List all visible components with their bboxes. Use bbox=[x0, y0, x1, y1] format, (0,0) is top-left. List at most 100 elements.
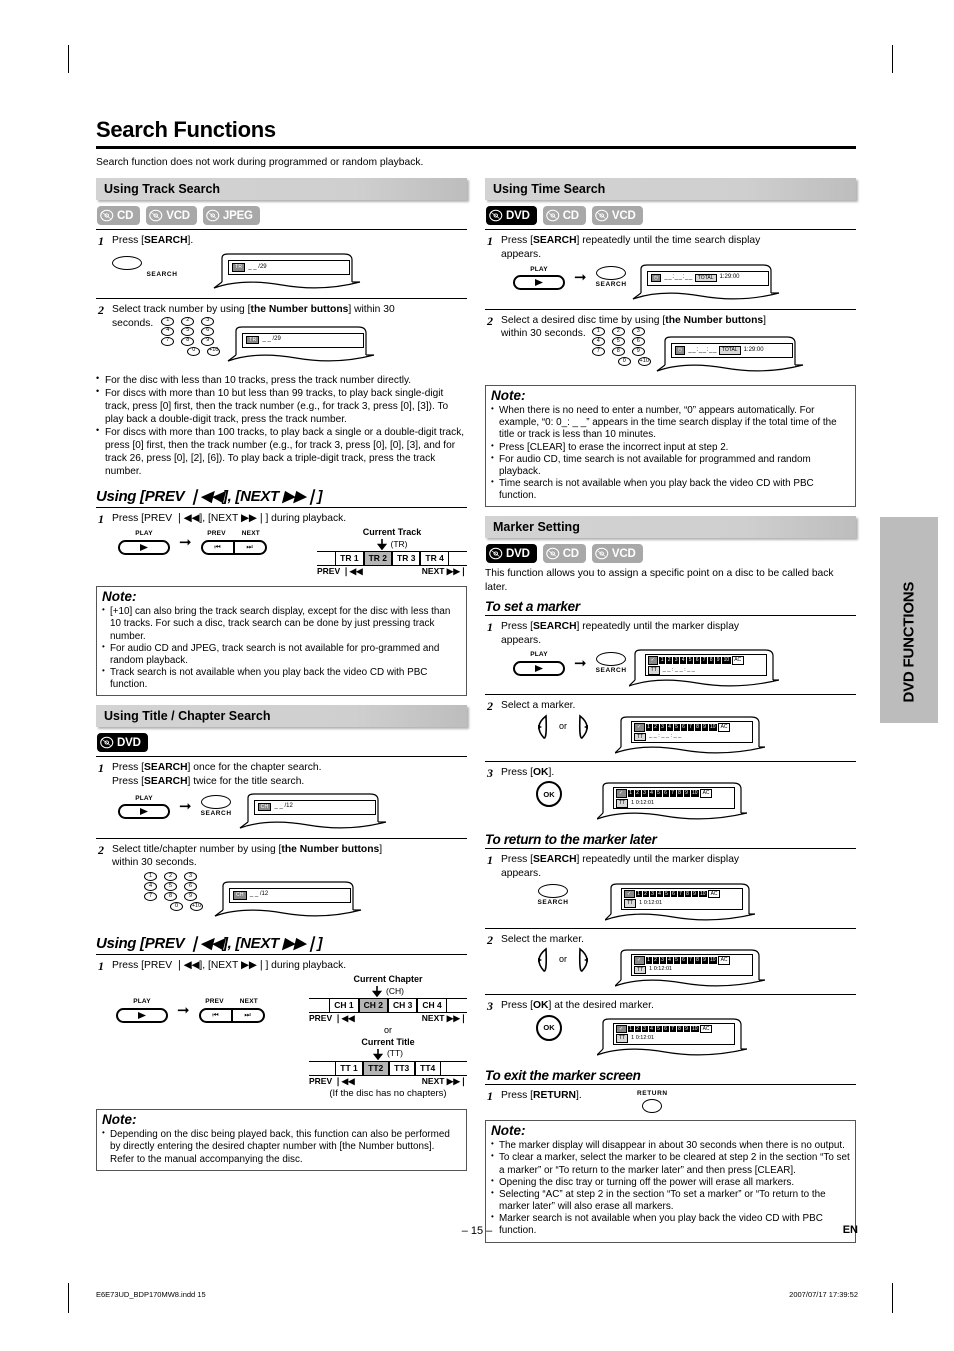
strip-cell: TR 3 bbox=[392, 552, 421, 566]
lr-arrow-keys: or bbox=[529, 714, 597, 740]
play-key-label: PLAY bbox=[530, 651, 548, 659]
strip-cells: TR 1 TR 2 TR 3 TR 4 bbox=[317, 551, 467, 567]
disc-icon bbox=[100, 210, 114, 222]
step-setmarker-2: 2 Select a marker. or ✓ 1 2 3 4 5 6 7 8 … bbox=[485, 695, 856, 761]
display-screen: ✓ 1 2 3 4 5 6 7 8 9 bbox=[613, 1022, 735, 1045]
chapter-strip-diagram: Current Chapter (CH) CH 1 CH 2 CH 3 CH 4 bbox=[309, 974, 467, 1024]
marker-seg: 9 bbox=[691, 890, 698, 898]
marker-seg: 8 bbox=[694, 957, 701, 964]
marker-seg: 7 bbox=[677, 890, 684, 898]
step-text: Select track number by using [the Number… bbox=[112, 303, 467, 369]
note-item: Opening the disc tray or turning off the… bbox=[491, 1176, 850, 1189]
arrow-icon: ➞ bbox=[179, 533, 192, 551]
numpad-row: 7 8 9 bbox=[591, 347, 645, 357]
step-sentence: Select a marker. bbox=[501, 700, 576, 712]
front-panel-display-chapter-step2: CH _ _ /12 bbox=[213, 880, 363, 924]
note-item: When there is no need to enter a number,… bbox=[491, 404, 850, 442]
play-key: PLAY bbox=[118, 530, 170, 555]
step-trackpn-1: 1 Press [PREV ❘◀◀], [NEXT ▶▶❘] during pl… bbox=[96, 508, 467, 580]
marker-seg: 7 bbox=[669, 1025, 676, 1033]
play-key: PLAY bbox=[513, 651, 565, 676]
marker-seg: 3 bbox=[673, 657, 680, 664]
display-value: _ _ /29 bbox=[248, 263, 267, 270]
badges-title-chapter: DVD bbox=[97, 733, 467, 753]
strip-prev-label: PREV ❘◀◀ bbox=[309, 1075, 355, 1086]
disc-badge-dvd: DVD bbox=[486, 206, 537, 226]
marker-ac: AC bbox=[700, 789, 713, 799]
note-list: The marker display will disappear in abo… bbox=[491, 1139, 850, 1237]
numkey-6: 6 bbox=[631, 337, 645, 347]
marker-seg: 8 bbox=[684, 890, 691, 898]
language-mark: EN bbox=[842, 1224, 858, 1236]
step-text: Press [SEARCH] repeatedly until the mark… bbox=[501, 620, 856, 692]
disc-icon bbox=[595, 548, 609, 560]
step-text: Press [PREV ❘◀◀], [NEXT ▶▶❘] during play… bbox=[112, 959, 467, 1101]
marker-seg: 9 bbox=[683, 790, 690, 798]
step-setmarker-1: 1 Press [SEARCH] repeatedly until the ma… bbox=[485, 616, 856, 694]
note-chapter-prevnext: Note: Depending on the disc being played… bbox=[96, 1109, 467, 1171]
marker-ac: AC bbox=[708, 889, 721, 899]
strip-cells: TT 1 TT2 TT3 TT4 bbox=[309, 1060, 467, 1076]
tt-tag: TT bbox=[634, 965, 647, 975]
step-number: 1 bbox=[98, 234, 104, 249]
search-key-label: SEARCH bbox=[146, 271, 178, 279]
numkey-plus10: +10 bbox=[207, 346, 221, 356]
badges-marker: DVD CD VCD bbox=[486, 544, 856, 564]
strip-cell: TT 1 bbox=[335, 1061, 363, 1075]
numkey-0: 0 bbox=[170, 901, 183, 911]
note-item: The marker display will disappear in abo… bbox=[491, 1139, 850, 1152]
numpad-row: 1 2 3 bbox=[161, 316, 215, 326]
marker-seg: 3 bbox=[649, 890, 656, 898]
marker-seg: 10 bbox=[708, 957, 718, 964]
display-screen: CH _ _ /12 bbox=[229, 887, 351, 903]
display-screen: ✓ 1 2 3 4 5 6 7 8 9 bbox=[644, 654, 767, 677]
step-text: Press [SEARCH] repeatedly until the time… bbox=[501, 234, 856, 306]
numkey-5: 5 bbox=[181, 326, 195, 336]
search-key-label: SEARCH bbox=[200, 810, 232, 818]
numpad-row: 4 5 6 bbox=[591, 337, 645, 347]
marker-seg: 8 bbox=[676, 790, 683, 798]
step-number: 1 bbox=[98, 958, 104, 973]
subheading-set-marker: To set a marker bbox=[485, 599, 580, 615]
display-time: 1:29:00 bbox=[743, 346, 764, 353]
marker-seg: 9 bbox=[683, 1025, 690, 1033]
step-titlechapter-2: 2 Select title/chapter number by using [… bbox=[96, 839, 467, 926]
marker-seg: 1 bbox=[645, 957, 652, 964]
numkey-5: 5 bbox=[164, 881, 177, 891]
numkey-0: 0 bbox=[617, 357, 631, 367]
display-tag: TR bbox=[246, 335, 260, 345]
marker-time-line: TT 1 0:12:01 bbox=[624, 899, 740, 908]
display-value: _ _ /12 bbox=[274, 803, 293, 810]
marker-time-line: TT _ _ : _ _ : _ _ bbox=[634, 732, 750, 742]
disc-badge-vcd: VCD bbox=[591, 544, 643, 564]
numkey-9: 9 bbox=[201, 336, 215, 346]
note-list: [+10] can also bring the track search di… bbox=[102, 605, 461, 691]
numkey-4: 4 bbox=[161, 326, 175, 336]
play-key-label: PLAY bbox=[530, 265, 548, 273]
left-arrow-key-icon bbox=[538, 714, 548, 739]
display-screen: ✓ 1 2 3 4 5 6 7 8 9 bbox=[631, 720, 754, 743]
check-icon: ✓ bbox=[647, 656, 659, 665]
marker-seg: 1 bbox=[627, 790, 634, 798]
marker-seg: 8 bbox=[694, 723, 701, 731]
side-tab-dvd-functions: DVD FUNCTIONS bbox=[880, 517, 938, 723]
numkey-2: 2 bbox=[611, 327, 625, 337]
numpad-row: 4 5 6 bbox=[161, 326, 215, 336]
ok-button-graphic: OK bbox=[536, 781, 562, 808]
badges-track-search: CD VCD JPEG bbox=[97, 206, 467, 226]
step-number: 2 bbox=[487, 313, 493, 328]
search-button-graphic bbox=[595, 651, 626, 666]
section-title: Using Time Search bbox=[493, 182, 606, 197]
search-key-label: SEARCH bbox=[595, 666, 627, 674]
prev-next-button-graphic: ⏮ ⏭ bbox=[200, 539, 267, 555]
step-text: Press [SEARCH]. SEARCH TR _ _ /29 bbox=[112, 234, 467, 296]
note-item: To clear a marker, select the marker to … bbox=[491, 1151, 850, 1176]
note-item: For audio CD, time search is not availab… bbox=[491, 453, 850, 478]
step-titlechapter-1: 1 Press [SEARCH] once for the chapter se… bbox=[96, 757, 467, 837]
step-number: 1 bbox=[98, 511, 104, 526]
search-key: SEARCH bbox=[595, 266, 627, 290]
right-arrow-key-icon bbox=[578, 714, 589, 739]
section-title: Using Track Search bbox=[104, 182, 221, 197]
step-returnmarker-3: 3 Press [OK] at the desired marker. OK ✓… bbox=[485, 995, 856, 1063]
page-title: Search Functions bbox=[96, 117, 276, 142]
